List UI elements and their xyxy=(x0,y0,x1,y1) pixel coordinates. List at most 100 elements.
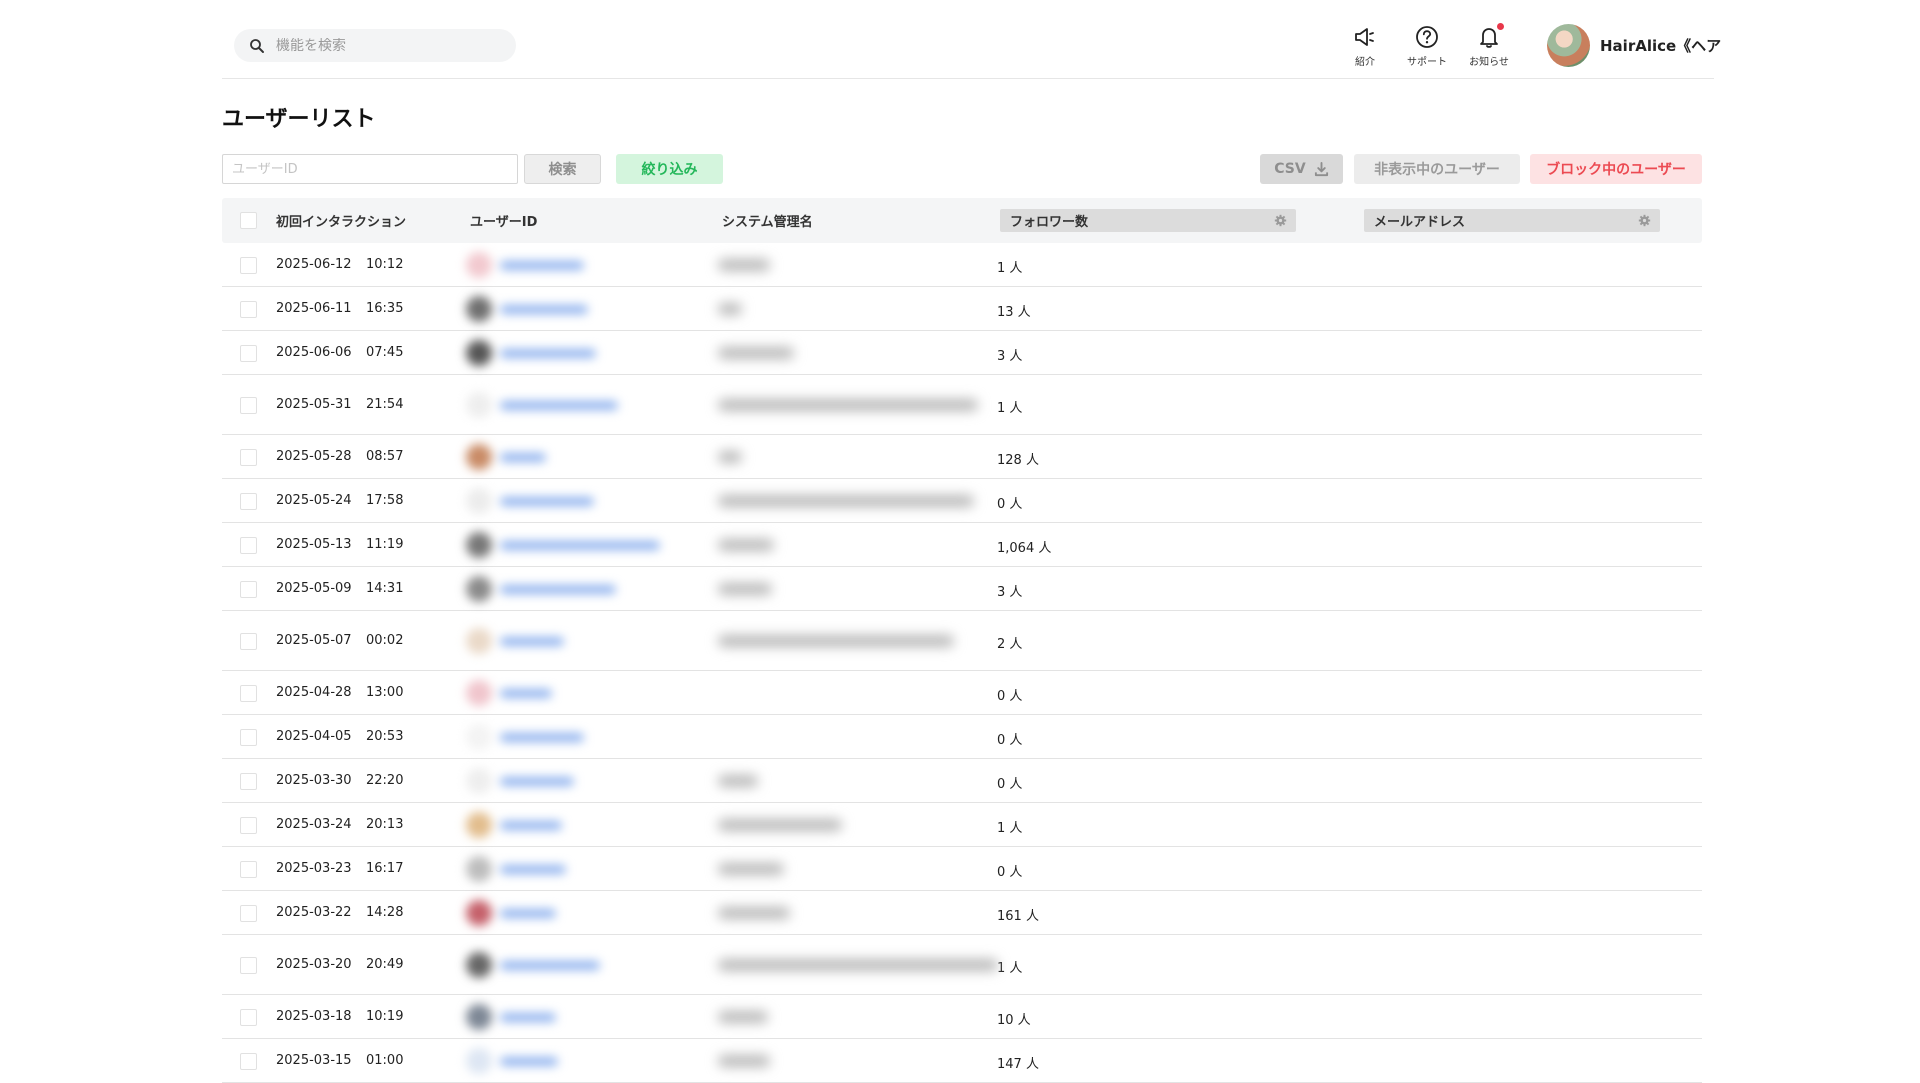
column-email[interactable]: メールアドレス xyxy=(1364,209,1660,232)
user-id-link[interactable] xyxy=(500,688,552,698)
row-checkbox[interactable] xyxy=(240,581,257,598)
row-checkbox[interactable] xyxy=(240,817,257,834)
user-id-input[interactable] xyxy=(222,154,518,184)
user-id-link[interactable] xyxy=(500,1056,558,1066)
row-checkbox[interactable] xyxy=(240,537,257,554)
hidden-users-button[interactable]: 非表示中のユーザー xyxy=(1354,154,1520,184)
user-id-link[interactable] xyxy=(500,776,574,786)
user-id-cell[interactable] xyxy=(466,532,660,558)
row-checkbox[interactable] xyxy=(240,449,257,466)
table-row[interactable]: 2025-06-12 10:12 1 人 xyxy=(222,243,1702,287)
user-avatar xyxy=(466,252,492,278)
table-row[interactable]: 2025-06-11 16:35 13 人 xyxy=(222,287,1702,331)
gear-icon[interactable] xyxy=(1638,214,1651,227)
user-id-link[interactable] xyxy=(500,452,546,462)
user-id-link[interactable] xyxy=(500,304,588,314)
table-row[interactable]: 2025-06-06 07:45 3 人 xyxy=(222,331,1702,375)
row-checkbox[interactable] xyxy=(240,1053,257,1070)
table-row[interactable]: 2025-03-30 22:20 0 人 xyxy=(222,759,1702,803)
user-id-link[interactable] xyxy=(500,260,584,270)
user-id-link[interactable] xyxy=(500,348,596,358)
user-id-cell[interactable] xyxy=(466,900,556,926)
user-id-link[interactable] xyxy=(500,636,564,646)
filter-button[interactable]: 絞り込み xyxy=(616,154,723,184)
user-id-cell[interactable] xyxy=(466,488,594,514)
table-row[interactable]: 2025-03-20 20:49 1 人 xyxy=(222,935,1702,995)
first-interaction-time: 14:28 xyxy=(366,905,404,920)
first-interaction-time: 07:45 xyxy=(366,345,404,360)
notice-button[interactable]: お知らせ xyxy=(1458,23,1520,68)
gear-icon[interactable] xyxy=(1274,214,1287,227)
user-id-cell[interactable] xyxy=(466,856,566,882)
user-id-link[interactable] xyxy=(500,908,556,918)
table-row[interactable]: 2025-03-23 16:17 0 人 xyxy=(222,847,1702,891)
user-avatar xyxy=(466,768,492,794)
user-id-cell[interactable] xyxy=(466,628,564,654)
table-row[interactable]: 2025-05-07 00:02 2 人 xyxy=(222,611,1702,671)
table-row[interactable]: 2025-03-15 01:00 147 人 xyxy=(222,1039,1702,1083)
user-id-cell[interactable] xyxy=(466,392,618,418)
follower-count: 0 人 xyxy=(997,865,1023,880)
user-id-cell[interactable] xyxy=(466,340,596,366)
row-checkbox[interactable] xyxy=(240,493,257,510)
intro-button[interactable]: 紹介 xyxy=(1334,24,1396,68)
first-interaction-time: 20:49 xyxy=(366,957,404,972)
user-id-cell[interactable] xyxy=(466,252,584,278)
user-id-cell[interactable] xyxy=(466,768,574,794)
column-user-id[interactable]: ユーザーID xyxy=(470,198,537,243)
user-id-cell[interactable] xyxy=(466,296,588,322)
user-id-link[interactable] xyxy=(500,960,600,970)
user-id-cell[interactable] xyxy=(466,812,562,838)
user-id-cell[interactable] xyxy=(466,724,584,750)
user-id-cell[interactable] xyxy=(466,444,546,470)
user-id-cell[interactable] xyxy=(466,1004,556,1030)
support-button[interactable]: サポート xyxy=(1396,24,1458,68)
feature-search-box[interactable] xyxy=(234,29,516,62)
user-id-cell[interactable] xyxy=(466,1048,558,1074)
user-id-link[interactable] xyxy=(500,496,594,506)
user-id-link[interactable] xyxy=(500,732,584,742)
table-row[interactable]: 2025-04-28 13:00 0 人 xyxy=(222,671,1702,715)
table-row[interactable]: 2025-03-22 14:28 161 人 xyxy=(222,891,1702,935)
row-checkbox[interactable] xyxy=(240,861,257,878)
table-row[interactable]: 2025-05-09 14:31 3 人 xyxy=(222,567,1702,611)
column-first-interaction[interactable]: 初回インタラクション xyxy=(276,198,406,243)
row-checkbox[interactable] xyxy=(240,257,257,274)
follower-count: 10 人 xyxy=(997,1013,1031,1028)
table-row[interactable]: 2025-04-05 20:53 0 人 xyxy=(222,715,1702,759)
row-checkbox[interactable] xyxy=(240,773,257,790)
table-row[interactable]: 2025-05-28 08:57 128 人 xyxy=(222,435,1702,479)
table-row[interactable]: 2025-03-18 10:19 10 人 xyxy=(222,995,1702,1039)
user-id-link[interactable] xyxy=(500,864,566,874)
row-checkbox[interactable] xyxy=(240,345,257,362)
account-menu[interactable]: HairAlice《ヘア xyxy=(1547,24,1721,67)
user-id-cell[interactable] xyxy=(466,680,552,706)
row-checkbox[interactable] xyxy=(240,905,257,922)
table-row[interactable]: 2025-05-13 11:19 1,064 人 xyxy=(222,523,1702,567)
row-checkbox[interactable] xyxy=(240,397,257,414)
user-id-cell[interactable] xyxy=(466,952,600,978)
row-checkbox[interactable] xyxy=(240,1009,257,1026)
user-id-link[interactable] xyxy=(500,400,618,410)
table-row[interactable]: 2025-03-24 20:13 1 人 xyxy=(222,803,1702,847)
user-id-link[interactable] xyxy=(500,820,562,830)
row-checkbox[interactable] xyxy=(240,301,257,318)
csv-download-button[interactable]: CSV xyxy=(1260,154,1343,184)
first-interaction-date: 2025-05-13 xyxy=(276,537,352,552)
table-row[interactable]: 2025-05-24 17:58 0 人 xyxy=(222,479,1702,523)
row-checkbox[interactable] xyxy=(240,685,257,702)
user-id-cell[interactable] xyxy=(466,576,616,602)
column-system-name[interactable]: システム管理名 xyxy=(722,198,813,243)
row-checkbox[interactable] xyxy=(240,957,257,974)
user-id-link[interactable] xyxy=(500,540,660,550)
user-id-link[interactable] xyxy=(500,1012,556,1022)
select-all-checkbox[interactable] xyxy=(240,212,257,229)
column-followers[interactable]: フォロワー数 xyxy=(1000,209,1296,232)
row-checkbox[interactable] xyxy=(240,633,257,650)
blocked-users-button[interactable]: ブロック中のユーザー xyxy=(1530,154,1702,184)
user-id-link[interactable] xyxy=(500,584,616,594)
table-row[interactable]: 2025-05-31 21:54 1 人 xyxy=(222,375,1702,435)
row-checkbox[interactable] xyxy=(240,729,257,746)
feature-search-input[interactable] xyxy=(276,37,496,54)
search-button[interactable]: 検索 xyxy=(524,154,601,184)
